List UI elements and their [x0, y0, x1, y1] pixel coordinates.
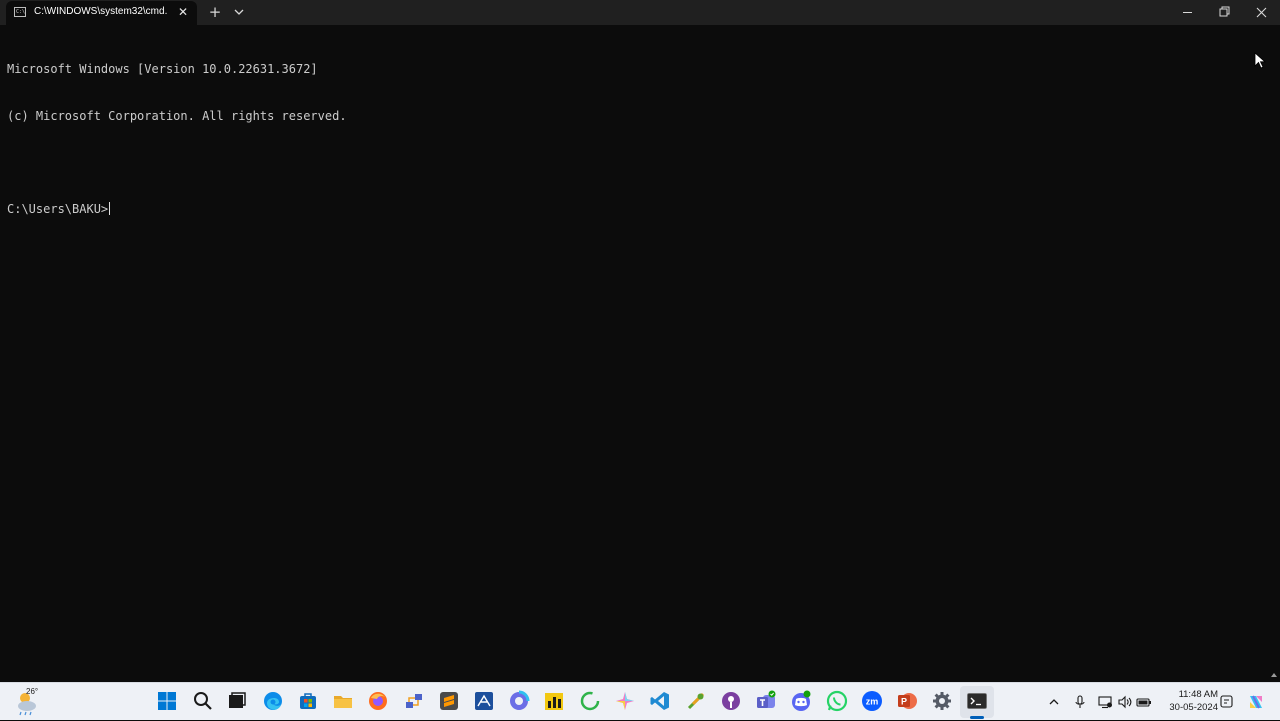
console-line: Microsoft Windows [Version 10.0.22631.36… — [7, 62, 318, 76]
start-icon[interactable] — [156, 690, 178, 712]
tab-title: C:\WINDOWS\system32\cmd. — [34, 6, 168, 17]
network-icon[interactable] — [1097, 694, 1113, 710]
microphone-icon[interactable] — [1072, 694, 1088, 710]
discord-icon[interactable] — [790, 690, 812, 712]
title-bar[interactable]: C:\ C:\WINDOWS\system32\cmd. ✕ + — [0, 0, 1280, 25]
cisco-packet-tracer-icon[interactable] — [473, 690, 495, 712]
notification-icon[interactable] — [1219, 694, 1235, 710]
restore-button[interactable] — [1206, 0, 1242, 25]
network-app-icon[interactable] — [403, 690, 425, 712]
terminal-icon[interactable] — [966, 690, 988, 712]
copilot-tray-icon[interactable] — [1246, 692, 1266, 712]
refresh-app-icon[interactable] — [579, 690, 601, 712]
edge-icon[interactable] — [262, 690, 284, 712]
console-line: (c) Microsoft Corporation. All rights re… — [7, 108, 347, 123]
minimize-button[interactable] — [1170, 0, 1206, 25]
task-view-icon[interactable] — [226, 690, 248, 712]
prompt-line[interactable]: C:\Users\BAKU> — [7, 201, 347, 218]
new-tab-button[interactable]: + — [206, 2, 224, 22]
close-tab-button[interactable]: ✕ — [176, 4, 190, 20]
active-app-indicator — [970, 716, 984, 719]
svg-text:P: P — [901, 697, 907, 707]
settings-icon[interactable] — [931, 690, 953, 712]
text-cursor — [109, 201, 111, 215]
volume-icon[interactable] — [1117, 694, 1133, 710]
zoom-label: zm — [866, 697, 879, 707]
battery-icon[interactable] — [1136, 694, 1152, 710]
powerpoint-icon[interactable]: P — [896, 690, 918, 712]
prompt-text: C:\Users\BAKU> — [7, 201, 109, 216]
weather-temperature: 26° — [26, 687, 39, 696]
sublime-text-icon[interactable] — [438, 690, 460, 712]
file-explorer-icon[interactable] — [332, 690, 354, 712]
mouse-pointer-icon — [1254, 52, 1267, 70]
clock-date: 30-05-2024 — [1169, 702, 1218, 713]
terminal-window: C:\ C:\WINDOWS\system32\cmd. ✕ + Microso… — [0, 0, 1280, 682]
scrollbar[interactable] — [1268, 25, 1280, 682]
clock-time: 11:48 AM — [1178, 689, 1218, 700]
tools-app-icon[interactable] — [685, 690, 707, 712]
console-output[interactable]: Microsoft Windows [Version 10.0.22631.36… — [7, 31, 347, 248]
vscode-icon[interactable] — [649, 690, 671, 712]
taskbar: 26° zm P 11:48 AM 30-05-2024 — [0, 682, 1280, 720]
whatsapp-icon[interactable] — [826, 690, 848, 712]
copilot-icon[interactable] — [508, 690, 530, 712]
store-icon[interactable] — [297, 690, 319, 712]
chevron-down-icon[interactable] — [231, 2, 247, 22]
power-bi-icon[interactable] — [543, 690, 565, 712]
zoom-icon[interactable]: zm — [861, 690, 883, 712]
taskbar-clock[interactable]: 11:48 AM 30-05-2024 — [1158, 688, 1218, 714]
podcast-app-icon[interactable] — [720, 690, 742, 712]
teams-icon[interactable] — [755, 690, 777, 712]
cmd-icon: C:\ — [14, 7, 26, 17]
gemini-app-icon[interactable] — [614, 690, 636, 712]
tab-cmd[interactable]: C:\ C:\WINDOWS\system32\cmd. ✕ — [6, 1, 197, 25]
chevron-up-icon[interactable] — [1046, 694, 1062, 710]
search-icon[interactable] — [192, 690, 214, 712]
close-window-button[interactable] — [1244, 0, 1280, 25]
firefox-icon[interactable] — [367, 690, 389, 712]
